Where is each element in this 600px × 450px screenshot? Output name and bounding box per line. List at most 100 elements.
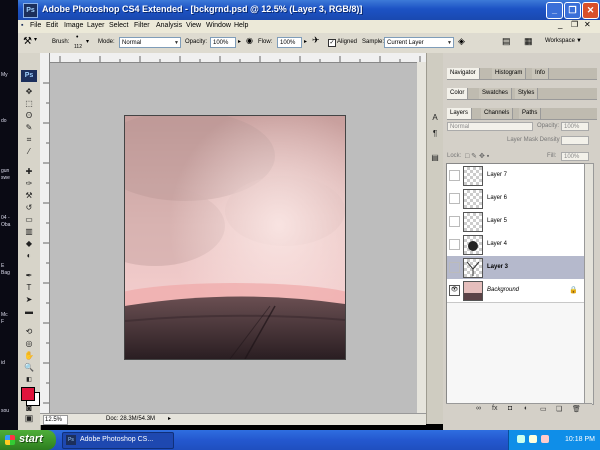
desktop-icon-label[interactable]: do [1,118,17,124]
horizontal-ruler[interactable] [40,53,426,63]
hand-tool-icon[interactable]: ✋ [22,350,36,361]
desktop-icon-label[interactable]: id [1,360,17,366]
tray-icon-volume[interactable] [529,435,537,443]
tab-channels[interactable]: Channels [481,108,514,119]
tool-presets-panel-icon[interactable]: ▤ [430,153,440,163]
document-size-readout[interactable]: Doc: 28.3M/54.3M [106,416,155,422]
window-title-bar[interactable]: Ps Adobe Photoshop CS4 Extended - [bckgr… [18,0,600,20]
history-brush-tool-icon[interactable]: ↺ [22,202,36,213]
brush-size[interactable]: 112 [74,44,82,50]
tab-color[interactable]: Color [447,88,469,99]
default-colors-icon[interactable]: ◧ [22,375,36,386]
document-menu-icon[interactable]: ▪ [21,22,23,29]
tab-swatches[interactable]: Swatches [479,88,513,99]
blur-tool-icon[interactable]: ◆ [22,238,36,249]
tab-paths[interactable]: Paths [519,108,542,119]
desktop-icon-label[interactable]: swe [1,175,17,181]
3d-rotate-tool-icon[interactable]: ⟲ [22,326,36,337]
clone-stamp-tool-icon[interactable]: ⚒ [22,190,36,201]
screen-mode-icon[interactable]: ▣ [22,413,36,424]
doc-minimize-icon[interactable]: _ [558,20,562,29]
sample-select[interactable]: Current Layer ▼ [384,37,454,48]
menu-select[interactable]: Select [109,22,128,29]
dodge-tool-icon[interactable]: ◐ [22,250,36,261]
desktop-icon-label[interactable]: Bag [1,270,17,276]
pen-tool-icon[interactable]: ✒ [22,270,36,281]
canvas-image[interactable] [124,115,346,360]
move-tool-icon[interactable]: ✥ [22,86,36,97]
desktop-icon-label[interactable]: My [1,72,17,78]
clock[interactable]: 10:18 PM [565,436,595,443]
tab-info[interactable]: Info [532,68,550,79]
delete-layer-icon[interactable]: 🗑 [572,405,581,413]
desktop-icon-label[interactable]: 04 - [1,215,17,221]
lock-pixels-icons[interactable]: □ ✎ ✥ ▪ [465,152,489,160]
layer-visibility-toggle[interactable] [449,239,460,250]
3d-orbit-tool-icon[interactable]: ◎ [22,338,36,349]
zoom-tool-icon[interactable]: 🔍 [22,362,36,373]
tab-histogram[interactable]: Histogram [492,68,527,79]
character-panel-icon[interactable]: A [430,113,440,123]
quick-select-tool-icon[interactable]: ✎ [22,122,36,133]
menu-filter[interactable]: Filter [134,22,150,29]
blend-mode-select[interactable]: Normal [447,122,533,131]
layer-row[interactable]: Layer 5 [447,210,584,234]
tab-layers[interactable]: Layers [447,108,473,119]
desktop-icon-label[interactable]: E [1,263,17,269]
brush-dropdown-icon[interactable]: ▾ [86,38,89,45]
menu-layer[interactable]: Layer [87,22,105,29]
tab-styles[interactable]: Styles [515,88,539,99]
zoom-level-input[interactable]: 12.5% [43,415,68,425]
mask-density-input[interactable] [561,136,589,145]
minimize-button[interactable]: _ [546,2,563,19]
layer-row[interactable]: Layer 6 [447,187,584,211]
tab-navigator[interactable]: Navigator [447,68,480,79]
doc-close-icon[interactable]: ✕ [584,20,591,29]
layer-opacity-input[interactable]: 100% [561,122,589,131]
vertical-ruler[interactable] [40,53,50,413]
menu-analysis[interactable]: Analysis [156,22,182,29]
aligned-checkbox[interactable]: ✓ [328,39,336,47]
desktop-icon-label[interactable]: Oba [1,222,17,228]
shape-tool-icon[interactable]: ▬ [22,306,36,317]
foreground-color-swatch[interactable] [21,387,35,401]
eye-icon[interactable]: 👁 [449,285,460,296]
layer-visibility-toggle[interactable] [449,216,460,227]
clone-stamp-preset-icon[interactable]: ⚒ [23,36,32,47]
menu-edit[interactable]: Edit [46,22,58,29]
layer-visibility-toggle[interactable] [449,193,460,204]
mode-select[interactable]: Normal ▼ [119,37,181,48]
tray-icon-network[interactable] [517,435,525,443]
eyedropper-tool-icon[interactable]: ⁄ [22,146,36,157]
lasso-tool-icon[interactable]: ʘ [22,110,36,121]
tool-presets-icon[interactable]: ▦ [524,36,533,47]
fill-input[interactable]: 100% [561,152,589,161]
desktop-icon-label[interactable]: sou [1,408,17,414]
layer-row[interactable]: Layer 4 [447,233,584,257]
layer-row-selected[interactable]: Layer 3 [447,256,584,280]
pressure-opacity-icon[interactable]: ◉ [246,36,253,45]
new-layer-icon[interactable]: ❏ [556,405,562,413]
layer-visibility-toggle[interactable] [449,170,460,181]
menu-file[interactable]: File [30,22,41,29]
layer-row[interactable]: 👁 Background 🔒 [447,279,584,303]
tray-icon-security[interactable] [541,435,549,443]
eraser-tool-icon[interactable]: ▭ [22,214,36,225]
menu-view[interactable]: View [186,22,201,29]
preset-dropdown-icon[interactable]: ▾ [34,36,37,43]
brush-dot-icon[interactable]: • [76,34,78,41]
maximize-button[interactable]: ❐ [564,2,581,19]
path-select-tool-icon[interactable]: ➤ [22,294,36,305]
layers-scrollbar[interactable] [584,163,594,405]
healing-brush-tool-icon[interactable]: ✚ [22,166,36,177]
close-button[interactable]: ✕ [582,2,599,19]
document-vertical-scrollbar[interactable] [417,62,426,413]
photoshop-app-icon[interactable]: Ps [23,3,38,18]
opacity-input[interactable]: 100% [210,37,236,48]
menu-image[interactable]: Image [64,22,83,29]
adjustment-layer-icon[interactable]: ◐ [524,405,528,412]
paragraph-panel-icon[interactable]: ¶ [430,129,440,139]
brush-tool-icon[interactable]: ✑ [22,178,36,189]
menu-help[interactable]: Help [234,22,248,29]
marquee-tool-icon[interactable]: ⬚ [22,98,36,109]
